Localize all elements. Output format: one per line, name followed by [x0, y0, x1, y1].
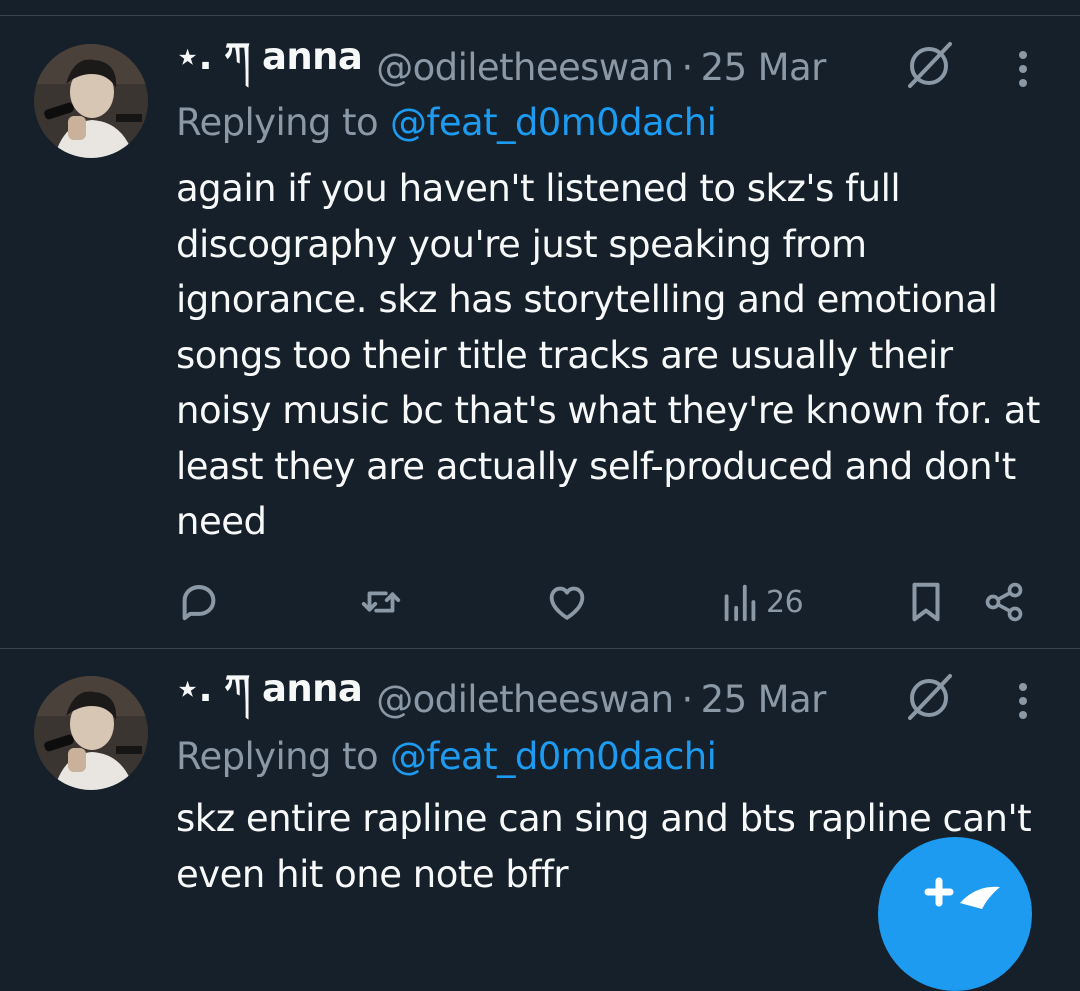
reply-mention-link[interactable]: @feat_d0m0dachi — [390, 735, 717, 778]
reply-button[interactable] — [176, 572, 222, 632]
bookmark-icon — [912, 582, 940, 622]
compose-button[interactable] — [878, 837, 1032, 991]
share-icon — [985, 582, 1023, 622]
tweet-date[interactable]: 25 Mar — [701, 678, 827, 721]
avatar[interactable] — [34, 676, 148, 790]
replying-to: Replying to @feat_d0m0dachi — [176, 98, 717, 146]
tweet-text: again if you haven't listened to skz's f… — [176, 167, 1040, 543]
avatar[interactable] — [34, 44, 148, 158]
replying-to: Replying to @feat_d0m0dachi — [176, 732, 717, 780]
reply-mention-link[interactable]: @feat_d0m0dachi — [390, 101, 717, 144]
tweet-date[interactable]: 25 Mar — [701, 46, 827, 89]
share-button[interactable] — [982, 572, 1026, 632]
reply-icon — [182, 585, 216, 621]
like-icon — [549, 586, 585, 620]
separator: · — [681, 45, 693, 89]
like-button[interactable] — [544, 572, 590, 632]
bookmark-button[interactable] — [904, 572, 948, 632]
retweet-button[interactable] — [358, 572, 404, 632]
tweet[interactable]: ⋆. ཀ anna @odiletheeswan · 25 Mar Replyi… — [0, 16, 1080, 648]
compose-icon — [924, 877, 1000, 909]
views-count: 26 — [766, 584, 804, 620]
more-icon[interactable] — [1010, 679, 1036, 723]
user-handle[interactable]: @odiletheeswan — [376, 678, 674, 721]
grok-icon[interactable] — [902, 40, 956, 90]
tweet-header: ⋆. ཀ anna @odiletheeswan · 25 Mar — [176, 35, 827, 92]
retweet-icon — [361, 591, 401, 613]
more-icon[interactable] — [1010, 47, 1036, 91]
user-handle[interactable]: @odiletheeswan — [376, 46, 674, 89]
replying-prefix: Replying to — [176, 100, 379, 144]
replying-prefix: Replying to — [176, 734, 379, 778]
separator: · — [681, 677, 693, 721]
tweet-actions: 26 — [0, 572, 1080, 632]
grok-icon[interactable] — [902, 672, 956, 722]
tweet-header: ⋆. ཀ anna @odiletheeswan · 25 Mar — [176, 667, 827, 724]
views-button[interactable]: 26 — [720, 572, 804, 632]
views-icon — [724, 584, 756, 622]
